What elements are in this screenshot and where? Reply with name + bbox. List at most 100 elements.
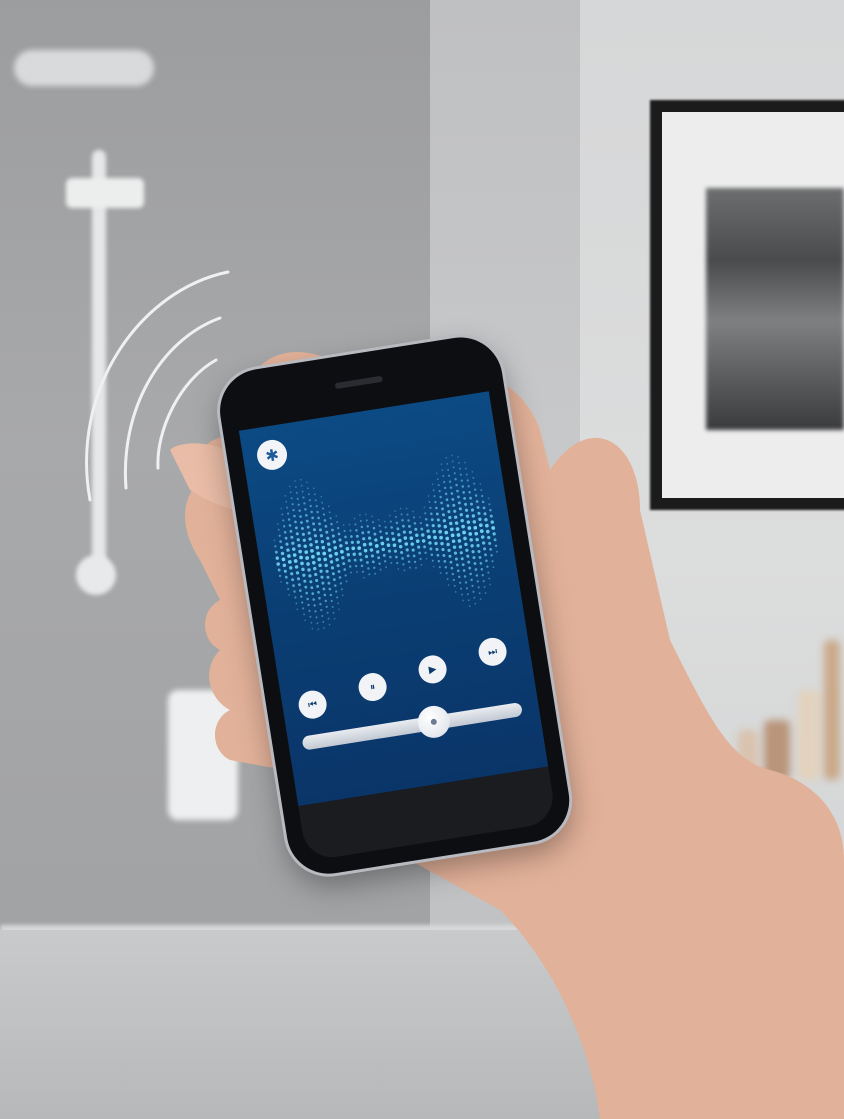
waveform-dot (295, 491, 298, 494)
waveform-dot (451, 460, 454, 463)
waveform-dot (378, 562, 381, 565)
waveform-dot (318, 596, 321, 600)
waveform-dot (485, 523, 489, 528)
waveform-dot (413, 522, 417, 525)
waveform-dot (327, 505, 330, 508)
waveform-dot (333, 617, 336, 620)
waveform-dot (455, 527, 460, 531)
waveform-dot (427, 535, 431, 539)
waveform-dot (492, 532, 496, 536)
waveform-dot (458, 545, 463, 549)
waveform-dot (319, 602, 322, 606)
waveform-dot (410, 542, 415, 546)
waveform-dot (465, 514, 470, 518)
waveform-dot (446, 462, 449, 465)
thumb-dot (430, 718, 438, 726)
waveform-dot (350, 540, 354, 545)
music-app-screen: ✱ ⏮ ⏸ ▶ ⏭ (238, 391, 549, 807)
pause-icon[interactable]: ⏸ (356, 670, 389, 704)
waveform-dot (364, 554, 369, 559)
waveform-dot (322, 620, 325, 623)
play-icon[interactable]: ▶ (416, 653, 449, 686)
waveform-dot (407, 560, 411, 563)
skip-previous-icon[interactable]: ⏮ (296, 688, 329, 721)
waveform-dot (426, 529, 430, 533)
waveform-dot (294, 480, 296, 482)
waveform-dot (310, 510, 313, 514)
waveform-dot (470, 544, 474, 548)
waveform-dot (315, 616, 318, 619)
waveform-dot (436, 478, 439, 481)
waveform-dot (444, 492, 448, 496)
waveform-dot (428, 500, 431, 503)
waveform-dot (353, 558, 357, 562)
waveform-dot (312, 598, 315, 601)
waveform-dot (288, 524, 292, 527)
waveform-dot (435, 547, 439, 551)
waveform-dot (394, 510, 396, 512)
waveform-dot (479, 561, 483, 565)
pause-glyph: ⏸ (369, 681, 376, 693)
waveform-dot (304, 550, 309, 554)
waveform-dot (448, 474, 451, 477)
waveform-dot (307, 531, 311, 535)
waveform-dot (368, 542, 373, 546)
waveform-dot (447, 584, 450, 586)
waveform-dot (412, 510, 414, 513)
waveform-dot (329, 560, 334, 564)
waveform-dot (297, 503, 300, 506)
waveform-dot (436, 553, 440, 557)
waveform-dot (302, 607, 305, 610)
waveform-dot (294, 526, 298, 530)
waveform-dot (431, 559, 434, 562)
waveform-dot (437, 559, 441, 563)
waveform-dot (478, 517, 482, 521)
waveform-dot (481, 494, 484, 498)
waveform-dot (317, 516, 320, 520)
waveform-dot (329, 517, 332, 520)
waveform-dot (349, 529, 352, 532)
waveform-dot (361, 570, 365, 573)
waveform-dot (437, 524, 441, 528)
waveform-dot (308, 499, 311, 502)
waveform-dot (441, 513, 445, 517)
waveform-dot (348, 523, 351, 526)
volume-slider-thumb[interactable] (415, 703, 453, 741)
waveform-dot (409, 536, 414, 541)
waveform-dot (286, 548, 290, 552)
waveform-dot (353, 517, 356, 520)
waveform-dot (309, 580, 313, 584)
waveform-dot (323, 557, 327, 562)
waveform-dot (459, 581, 462, 584)
waveform-dot (479, 598, 482, 601)
waveform-dot (445, 572, 448, 575)
waveform-dot (285, 500, 288, 503)
waveform-dot (466, 593, 469, 596)
waveform-dot (293, 590, 296, 593)
waveform-dot (330, 566, 335, 570)
waveform-dot (401, 557, 404, 560)
waveform-dot (429, 506, 432, 510)
waveform-dot (340, 588, 343, 591)
waveform-dot (277, 528, 280, 531)
waveform-dot (466, 479, 469, 482)
waveform-dot (291, 578, 295, 582)
waveform-dot (319, 569, 323, 573)
waveform-dot (311, 592, 315, 595)
waveform-dot (333, 546, 338, 550)
waveform-dot (432, 565, 435, 568)
skip-next-icon[interactable]: ⏭ (476, 635, 509, 668)
waveform-dot (304, 585, 308, 589)
waveform-dot (453, 515, 458, 519)
waveform-dot (290, 497, 293, 500)
volume-slider-track[interactable] (301, 702, 523, 751)
waveform-dot (467, 599, 470, 602)
waveform-dot (445, 498, 449, 502)
waveform-dot (418, 551, 421, 555)
waveform-dot (315, 578, 319, 583)
waveform-dot (449, 486, 453, 489)
waveform-dot (280, 580, 282, 583)
waveform-dot (457, 501, 461, 505)
waveform-dot (321, 614, 324, 618)
waveform-dot (400, 513, 403, 516)
